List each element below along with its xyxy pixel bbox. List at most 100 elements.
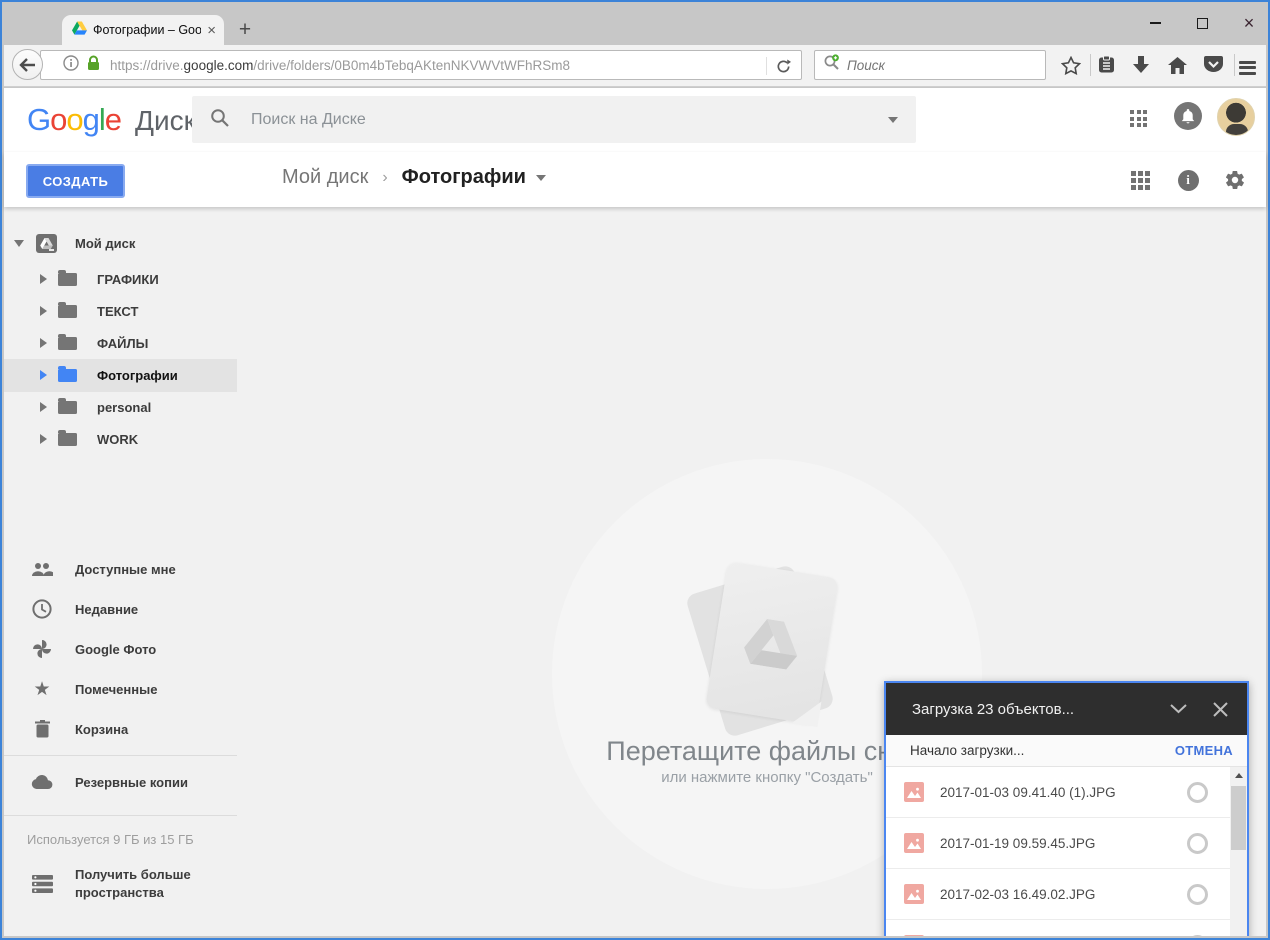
upload-file-name: 2017-01-03 09.41.40 (1).JPG [940,785,1187,800]
upload-list-scrollbar[interactable] [1230,767,1247,936]
upload-progress-spinner [1187,884,1208,905]
sidebar-item-shared-with-me[interactable]: Доступные мне [4,552,237,586]
folder-label: ГРАФИКИ [97,272,159,287]
sidebar-item-starred[interactable]: ★ Помеченные [4,672,237,706]
new-tab-button[interactable]: + [232,18,258,42]
folder-icon-blue [58,369,77,382]
sidebar-item-trash[interactable]: Корзина [4,712,237,746]
sidebar-divider [4,815,237,816]
sidebar-folder-tekst[interactable]: ТЕКСТ [4,295,237,327]
upload-title: Загрузка 23 объектов... [912,701,1163,718]
upload-file-row[interactable]: 2017-02-03 16.49.02.JPG [886,869,1232,920]
folder-label: WORK [97,432,138,447]
window-minimize-button[interactable] [1138,10,1172,36]
expander-down-icon[interactable] [14,240,24,247]
drive-search-input[interactable] [251,111,811,129]
url-text: https://drive.google.com/drive/folders/0… [110,58,570,73]
sidebar-label: Мой диск [75,236,135,251]
create-button[interactable]: СОЗДАТЬ [26,164,125,198]
breadcrumb-current[interactable]: Фотографии [402,166,526,189]
folder-menu-caret-icon[interactable] [536,175,546,181]
upload-panel: Загрузка 23 объектов... Начало загрузки.… [884,681,1249,936]
sidebar-item-my-drive[interactable]: Мой диск [4,227,237,259]
user-avatar[interactable] [1217,98,1255,136]
sidebar-folder-work[interactable]: WORK [4,423,237,455]
sidebar-item-buy-storage[interactable]: Получить больше пространства [4,862,237,906]
upload-file-row[interactable]: 2017-02-03 16.50.31.JPG [886,920,1232,936]
cancel-upload-link[interactable]: ОТМЕНА [1175,743,1233,758]
downloads-icon[interactable] [1126,51,1156,79]
browser-search-input[interactable] [847,58,997,73]
expander-right-icon[interactable] [40,402,47,412]
upload-file-row[interactable]: 2017-01-19 09.59.45.JPG [886,818,1232,869]
sidebar-folder-faily[interactable]: ФАЙЛЫ [4,327,237,359]
sidebar-item-google-photos[interactable]: Google Фото [4,632,237,666]
close-icon[interactable] [1205,694,1235,724]
tab-close-icon[interactable]: × [207,23,216,38]
upload-progress-spinner [1187,833,1208,854]
upload-file-row[interactable]: 2017-01-03 09.41.40 (1).JPG [886,767,1232,818]
google-drive-logo[interactable]: GoogleДиск [27,102,196,138]
expander-right-icon[interactable] [40,338,47,348]
upload-panel-header[interactable]: Загрузка 23 объектов... [886,683,1247,735]
breadcrumb-chevron-icon: › [382,169,387,187]
menu-hamburger-icon[interactable] [1239,51,1269,79]
settings-gear-icon[interactable] [1221,167,1249,193]
home-icon[interactable] [1162,51,1192,79]
sidebar-label: Получить больше пространства [75,866,207,901]
pocket-icon[interactable] [1198,51,1228,79]
my-drive-icon [36,234,57,253]
back-button[interactable] [12,49,43,80]
upload-file-name: 2017-02-03 16.49.02.JPG [940,887,1187,902]
notifications-bell-icon[interactable] [1174,102,1202,130]
google-apps-grid-icon[interactable] [1130,110,1147,127]
scrollbar-thumb[interactable] [1231,786,1246,850]
sidebar-label: Помеченные [75,682,157,697]
drive-search-bar[interactable] [192,96,916,143]
trash-icon [30,720,54,738]
search-engine-icon[interactable] [823,54,841,77]
bookmarks-menu-icon[interactable] [1091,51,1121,79]
page-info-icon[interactable] [63,55,79,76]
reload-icon[interactable] [766,57,791,75]
folder-icon [58,401,77,414]
collapse-chevron-icon[interactable] [1163,694,1193,724]
sidebar-label: Корзина [75,722,128,737]
ssl-lock-icon[interactable] [87,55,100,76]
image-file-icon [904,884,924,904]
search-options-caret-icon[interactable] [888,117,898,123]
sidebar-item-recent[interactable]: Недавние [4,592,237,626]
sidebar-item-backups[interactable]: Резервные копии [4,765,237,799]
details-info-icon[interactable]: i [1174,167,1202,193]
sidebar-folder-grafiki[interactable]: ГРАФИКИ [4,263,237,295]
sidebar-divider [4,755,237,756]
browser-search-box[interactable] [814,50,1046,80]
window-maximize-button[interactable] [1185,10,1219,36]
window-close-button[interactable]: × [1232,10,1266,36]
expander-right-icon[interactable] [40,434,47,444]
expander-right-icon[interactable] [40,274,47,284]
url-bar[interactable]: https://drive.google.com/drive/folders/0… [40,50,802,80]
main-content: Мой диск ГРАФИКИ ТЕКСТ ФАЙЛЫ Фотографии [4,207,1266,936]
bookmark-star-icon[interactable] [1056,51,1086,79]
expander-right-icon[interactable] [40,370,47,380]
sidebar-label: Google Фото [75,642,156,657]
tab-title: Фотографии – Google Диск [93,23,201,37]
image-file-icon [904,833,924,853]
sidebar-folder-personal[interactable]: personal [4,391,237,423]
clock-icon [30,599,54,619]
folder-icon [58,273,77,286]
folder-label: ТЕКСТ [97,304,138,319]
drive-logo-watermark-icon [742,616,803,671]
expander-right-icon[interactable] [40,306,47,316]
sidebar-folder-fotografii-selected[interactable]: Фотографии [4,359,237,391]
cloud-icon [30,775,54,789]
arrow-left-icon [19,58,36,72]
folder-label: personal [97,400,151,415]
browser-tab[interactable]: Фотографии – Google Диск × [62,15,224,45]
breadcrumb-parent[interactable]: Мой диск [282,166,368,189]
storage-usage-text: Используется 9 ГБ из 15 ГБ [27,832,194,847]
grid-view-icon[interactable] [1126,167,1154,193]
sidebar-label: Доступные мне [75,562,176,577]
scroll-up-icon[interactable] [1230,767,1247,784]
